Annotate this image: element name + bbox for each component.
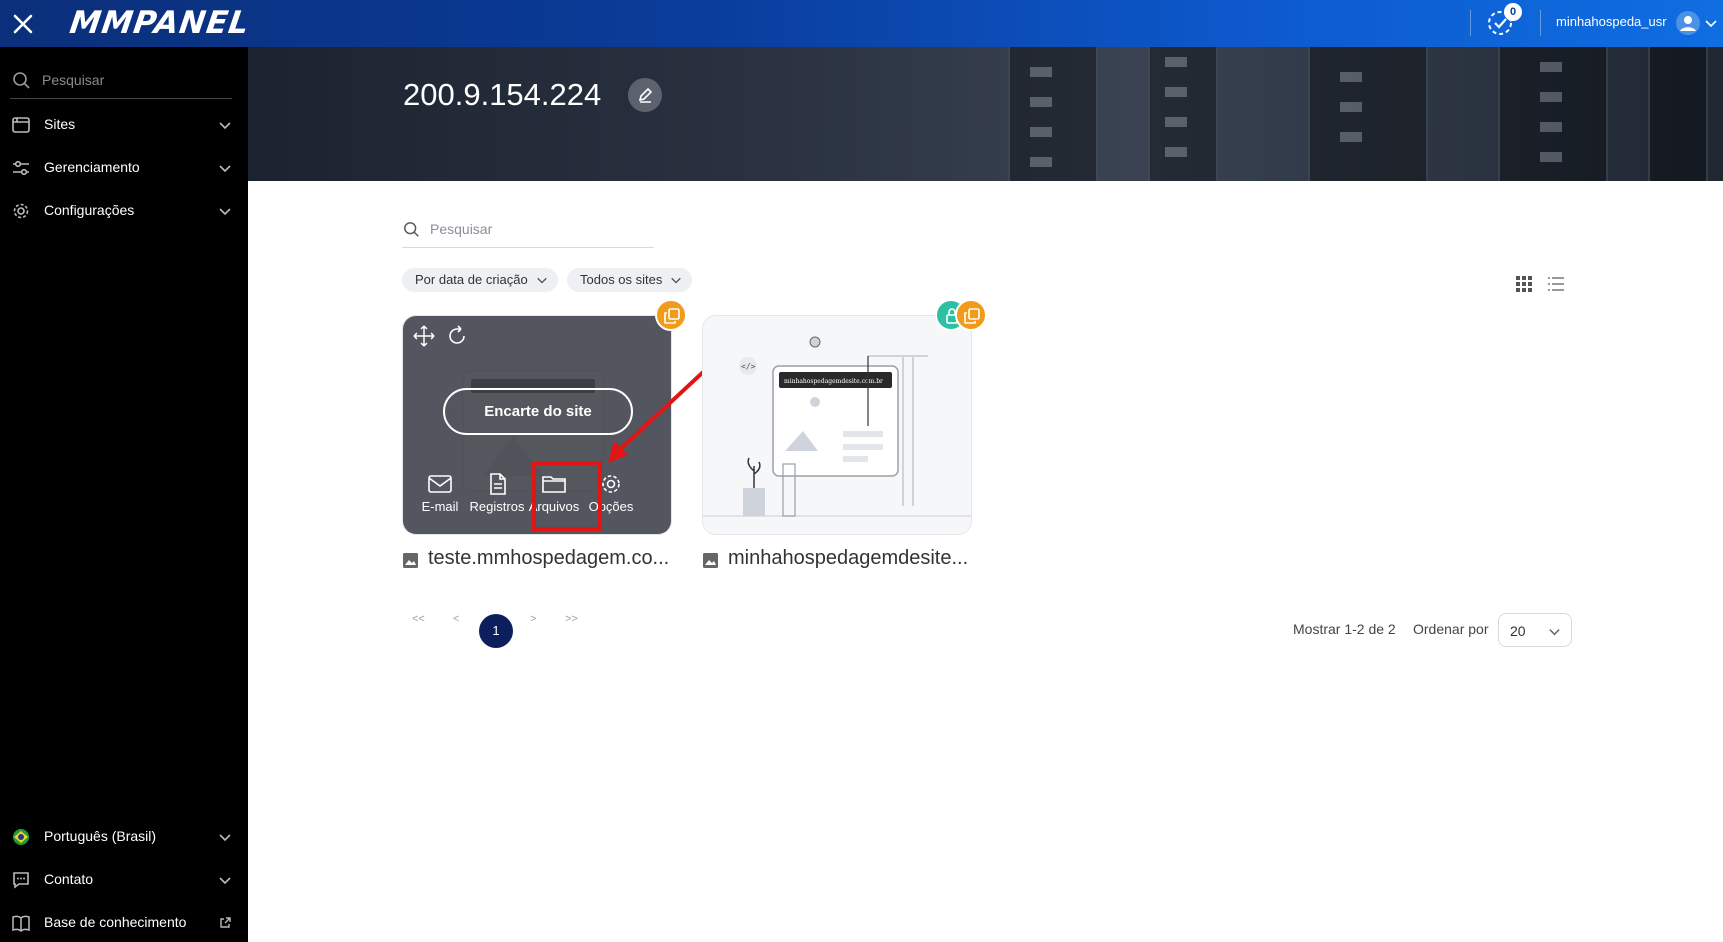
chat-icon xyxy=(13,872,29,889)
sort-filter-dropdown[interactable]: Por data de criação xyxy=(402,268,558,292)
browser-window-icon xyxy=(12,117,30,133)
external-link-icon xyxy=(220,917,231,928)
scope-filter-label: Todos os sites xyxy=(580,272,663,287)
brazil-flag-icon xyxy=(13,829,29,845)
site-name: minhahospedagemdesite... xyxy=(728,547,969,569)
site-search-placeholder: Pesquisar xyxy=(430,221,493,237)
first-page-button[interactable]: << xyxy=(412,613,425,625)
sidebar-item-gerenciamento[interactable]: Gerenciamento xyxy=(0,148,248,188)
book-icon xyxy=(12,915,30,932)
banner-rack-decoration xyxy=(1148,47,1218,181)
prev-page-button[interactable]: < xyxy=(453,613,459,625)
user-avatar-icon[interactable] xyxy=(1676,11,1700,35)
banner-rack-decoration xyxy=(1648,47,1708,181)
tasks-count-badge: 0 xyxy=(1504,3,1522,21)
list-view-icon[interactable] xyxy=(1547,275,1565,293)
sidebar: Pesquisar Sites Gerenciamento Configuraç… xyxy=(0,47,248,942)
gear-icon xyxy=(13,203,29,219)
duplicate-badge-button[interactable] xyxy=(655,299,687,331)
search-icon xyxy=(404,222,419,237)
edit-title-button[interactable] xyxy=(628,78,662,112)
sidebar-item-base-conhecimento[interactable]: Base de conhecimento xyxy=(0,903,248,942)
close-icon[interactable] xyxy=(10,11,36,37)
sidebar-item-sites[interactable]: Sites xyxy=(0,105,248,145)
image-icon xyxy=(403,553,418,568)
pencil-icon xyxy=(638,87,653,103)
sidebar-item-contato[interactable]: Contato xyxy=(0,860,248,900)
refresh-icon[interactable] xyxy=(446,325,468,347)
sidebar-item-configuracoes[interactable]: Configurações xyxy=(0,191,248,231)
duplicate-badge-button[interactable] xyxy=(955,299,987,331)
chevron-down-icon[interactable] xyxy=(1704,16,1718,30)
document-icon xyxy=(490,473,506,495)
image-icon xyxy=(703,553,718,568)
top-bar: MMPANEL 0 minhahospeda_usr xyxy=(0,0,1723,47)
chevron-down-icon xyxy=(219,877,231,885)
banner-rack-decoration xyxy=(1308,47,1428,181)
sidebar-item-label: Contato xyxy=(44,871,94,887)
chevron-down-icon xyxy=(536,277,547,284)
sidebar-search-placeholder: Pesquisar xyxy=(42,72,105,88)
banner-rack-decoration xyxy=(1498,47,1608,181)
highlight-box xyxy=(532,461,602,531)
grid-view-icon[interactable] xyxy=(1515,275,1533,293)
results-count: Mostrar 1-2 de 2 xyxy=(1293,621,1396,637)
site-name: teste.mmhospedagem.co... xyxy=(428,547,670,569)
move-icon[interactable] xyxy=(413,325,435,347)
sidebar-item-label: Configurações xyxy=(44,202,135,218)
sliders-icon xyxy=(13,160,29,176)
app-logo[interactable]: MMPANEL xyxy=(67,5,251,41)
current-page-button[interactable]: 1 xyxy=(479,614,513,648)
copy-icon xyxy=(964,308,980,324)
chevron-down-icon xyxy=(219,165,231,173)
sidebar-item-label: Gerenciamento xyxy=(44,159,140,175)
sidebar-item-label: Base de conhecimento xyxy=(44,914,187,930)
code-tag-glyph: </> xyxy=(741,362,756,371)
per-page-select[interactable]: 20 xyxy=(1498,613,1572,647)
username[interactable]: minhahospeda_usr xyxy=(1556,14,1667,29)
sidebar-item-label: Sites xyxy=(44,116,76,132)
site-preview-illustration: minhahospedagemdesite.com.br </> xyxy=(703,336,971,517)
order-by-label: Ordenar por xyxy=(1413,621,1489,637)
last-page-button[interactable]: >> xyxy=(565,613,578,625)
chevron-down-icon xyxy=(1549,629,1560,636)
sort-filter-label: Por data de criação xyxy=(415,272,528,287)
sidebar-item-label: Português (Brasil) xyxy=(44,828,157,844)
page-title: 200.9.154.224 xyxy=(403,77,602,112)
chevron-down-icon xyxy=(219,834,231,842)
divider xyxy=(1540,10,1541,36)
per-page-value: 20 xyxy=(1510,623,1526,639)
chevron-down-icon xyxy=(219,122,231,130)
next-page-button[interactable]: > xyxy=(530,613,536,625)
chevron-down-icon xyxy=(219,208,231,216)
email-action-button[interactable]: E-mail xyxy=(411,473,469,523)
sidebar-item-language[interactable]: Português (Brasil) xyxy=(0,817,248,857)
site-search-input[interactable]: Pesquisar xyxy=(402,213,654,248)
scope-filter-dropdown[interactable]: Todos os sites xyxy=(567,268,693,292)
copy-icon xyxy=(664,308,680,324)
banner-rack-decoration xyxy=(1008,47,1098,181)
logs-action-button[interactable]: Registros xyxy=(468,473,526,523)
site-card[interactable]: minhahospedagemdesite.com.br </> xyxy=(702,315,972,535)
sidebar-search-input[interactable]: Pesquisar xyxy=(10,67,232,99)
action-label: Registros xyxy=(469,499,525,514)
server-banner: 200.9.154.224 xyxy=(248,47,1723,181)
envelope-icon xyxy=(428,475,452,493)
divider xyxy=(1470,10,1471,36)
chevron-down-icon xyxy=(671,277,682,284)
action-label: E-mail xyxy=(421,499,459,514)
search-icon xyxy=(13,72,30,89)
